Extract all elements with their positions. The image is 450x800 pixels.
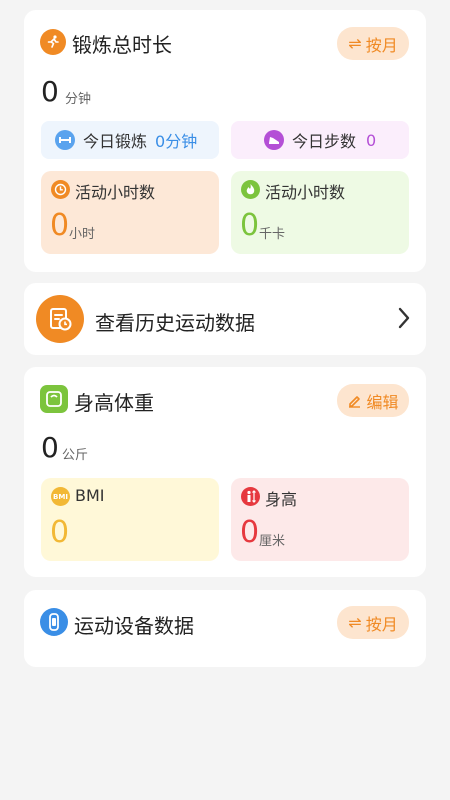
bmi-value: 0 [50, 515, 70, 550]
today-exercise-chip: 今日锻炼 0分钟 [41, 121, 219, 159]
active-hours-value: 0 [50, 208, 70, 243]
dumbbell-icon [55, 130, 75, 150]
flame-icon [241, 180, 260, 199]
today-steps-chip: 今日步数 0 [231, 121, 409, 159]
history-card[interactable]: 查看历史运动数据 [24, 283, 426, 355]
weight-unit: 公斤 [62, 448, 89, 463]
scale-icon [40, 385, 68, 413]
today-exercise-value: 0分钟 [155, 132, 198, 151]
swap-icon: ⇌ [348, 612, 362, 632]
exercise-title: 锻炼总时长 [72, 33, 172, 57]
active-hours-unit: 小时 [69, 227, 96, 242]
active-hours-label: 活动小时数 [75, 183, 156, 202]
bmi-icon-text: BMI [53, 492, 68, 501]
height-label: 身高 [265, 490, 298, 509]
person-height-icon [241, 487, 260, 506]
bmi-label: BMI [75, 486, 105, 505]
bmi-tile: BMI BMI 0 [41, 478, 219, 561]
today-steps-value: 0 [366, 130, 377, 150]
device-card: 运动设备数据 ⇌ 按月 [24, 590, 426, 667]
body-title: 身高体重 [74, 391, 154, 415]
calories-tile: 活动小时数 0 千卡 [231, 171, 409, 254]
today-exercise-label: 今日锻炼 [83, 132, 148, 151]
swap-icon: ⇌ [348, 33, 362, 53]
total-exercise-unit: 分钟 [65, 92, 92, 107]
month-toggle-label: 按月 [365, 35, 398, 55]
bmi-icon: BMI [51, 487, 70, 506]
running-icon [40, 29, 66, 55]
calories-unit: 千卡 [259, 227, 286, 242]
clock-icon [51, 180, 70, 199]
edit-button[interactable]: 编辑 [337, 384, 409, 417]
history-label: 查看历史运动数据 [95, 311, 255, 335]
device-month-toggle-button[interactable]: ⇌ 按月 [337, 606, 409, 639]
exercise-card: 锻炼总时长 ⇌ 按月 0 分钟 今日锻炼 0分钟 今日步数 0 活动小时数 0 … [24, 10, 426, 272]
shoe-icon [264, 130, 284, 150]
edit-label: 编辑 [366, 392, 399, 412]
month-toggle-button[interactable]: ⇌ 按月 [337, 27, 409, 60]
total-exercise-value: 0 [41, 75, 59, 108]
today-steps-label: 今日步数 [292, 132, 357, 151]
device-month-toggle-label: 按月 [365, 614, 398, 634]
active-hours-tile: 活动小时数 0 小时 [41, 171, 219, 254]
edit-icon [349, 396, 361, 408]
calories-value: 0 [240, 208, 260, 243]
body-card: 身高体重 编辑 0 公斤 BMI BMI 0 身高 0 厘米 [24, 367, 426, 577]
device-title: 运动设备数据 [74, 614, 194, 638]
history-calendar-icon [36, 295, 84, 343]
chevron-right-icon [396, 305, 412, 331]
weight-value: 0 [41, 431, 59, 464]
height-tile: 身高 0 厘米 [231, 478, 409, 561]
calories-label: 活动小时数 [265, 183, 346, 202]
height-unit: 厘米 [259, 534, 286, 549]
height-value: 0 [240, 515, 260, 550]
watch-icon [40, 608, 68, 636]
